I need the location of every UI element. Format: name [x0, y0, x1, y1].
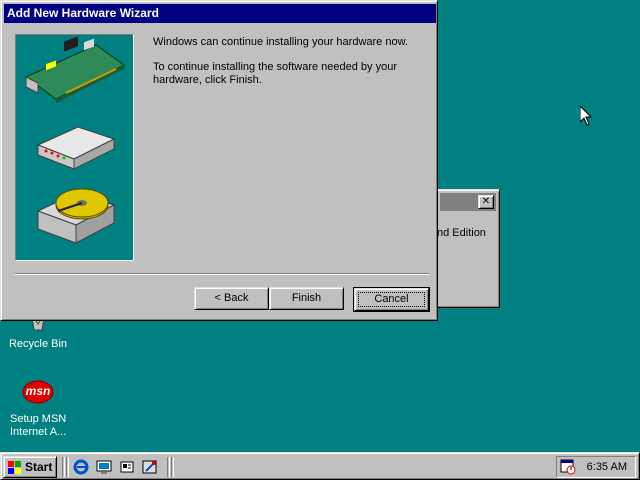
background-window-text: nd Edition — [437, 227, 486, 239]
wizard-message-line2b: hardware, click Finish. — [153, 74, 262, 86]
finish-button[interactable]: Finish — [269, 287, 344, 310]
setup-msn-desktop-icon[interactable]: msn Setup MSN Internet A... — [0, 379, 76, 439]
taskbar-separator — [66, 457, 69, 477]
outlook-express-icon[interactable] — [119, 459, 135, 475]
add-hardware-wizard-dialog[interactable]: Add New Hardware Wizard Windows can cont… — [0, 0, 438, 321]
setup-msn-label-line1: Setup MSN — [10, 413, 67, 425]
clock[interactable]: 6:35 AM — [587, 457, 627, 477]
wizard-titlebar[interactable]: Add New Hardware Wizard — [4, 4, 436, 23]
wizard-message-line2a: To continue installing the software need… — [153, 61, 397, 73]
msn-logo-text: msn — [25, 384, 51, 398]
wizard-illustration — [15, 34, 134, 261]
setup-msn-label-line2: Internet A... — [10, 426, 67, 438]
wizard-title: Add New Hardware Wizard — [7, 6, 159, 20]
cancel-button[interactable]: Cancel — [354, 288, 429, 311]
back-button[interactable]: < Back — [194, 287, 269, 310]
background-window[interactable]: ✕ nd Edition — [436, 189, 500, 308]
start-label: Start — [25, 460, 53, 474]
hard-drive-icon — [36, 188, 116, 244]
windows-logo-icon — [8, 461, 21, 474]
taskbar-separator — [171, 457, 174, 477]
back-button-label: < Back — [214, 292, 249, 304]
taskbar: Start 6:35 AM — [0, 452, 640, 480]
cancel-button-label: Cancel — [374, 293, 409, 305]
background-window-close-button[interactable]: ✕ — [478, 195, 494, 209]
start-button[interactable]: Start — [3, 456, 57, 478]
expansion-card-icon — [25, 36, 125, 244]
finish-button-label: Finish — [291, 292, 322, 304]
cancel-button-frame[interactable]: Cancel — [353, 287, 430, 312]
taskbar-separator — [62, 457, 65, 477]
wizard-message-line1: Windows can continue installing your har… — [153, 36, 408, 48]
recycle-bin-label: Recycle Bin — [8, 338, 68, 350]
internet-explorer-icon[interactable] — [73, 459, 89, 475]
desktop-icon[interactable] — [96, 459, 112, 475]
system-tray: 6:35 AM — [556, 456, 636, 478]
channels-icon[interactable] — [142, 459, 158, 475]
taskbar-separator — [167, 457, 170, 477]
wizard-divider — [15, 273, 429, 275]
task-scheduler-icon[interactable] — [560, 459, 576, 475]
expansion-card-icon — [25, 36, 125, 103]
mouse-pointer-icon — [580, 106, 592, 126]
msn-logo-icon: msn — [22, 379, 54, 405]
recycle-bin-desktop-icon[interactable]: Recycle Bin — [0, 318, 76, 351]
modem-icon — [36, 126, 116, 170]
close-icon: ✕ — [481, 196, 491, 207]
